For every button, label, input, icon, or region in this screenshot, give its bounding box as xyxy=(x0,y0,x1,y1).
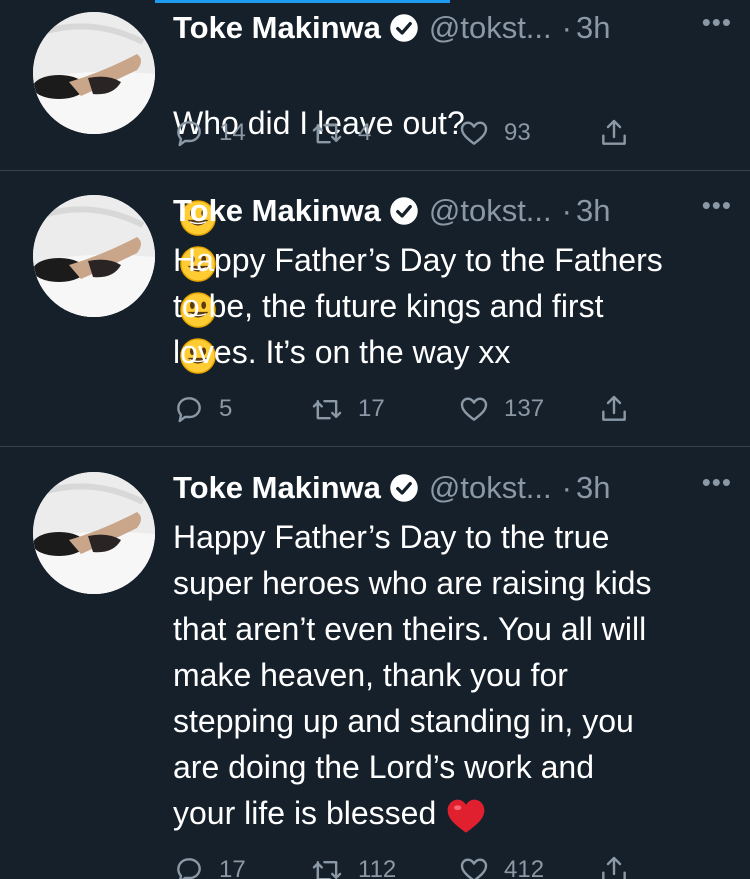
retweet-count: 4 xyxy=(358,119,372,146)
heart-icon xyxy=(460,858,488,879)
tweet-text-block: Happy Father’s Day to the true super her… xyxy=(173,514,733,836)
share-button[interactable] xyxy=(598,391,644,427)
reply-icon xyxy=(177,121,201,147)
avatar[interactable] xyxy=(33,12,155,134)
verified-badge-icon xyxy=(390,14,418,42)
retweet-button[interactable]: 112 xyxy=(310,852,396,879)
like-button[interactable]: 412 xyxy=(458,852,544,879)
reply-count: 17 xyxy=(219,856,246,879)
more-options-icon[interactable]: ••• xyxy=(702,469,732,495)
heart-icon xyxy=(460,121,488,145)
timestamp[interactable]: 3h xyxy=(576,10,610,46)
more-options-icon[interactable]: ••• xyxy=(702,9,732,35)
tweet-text: Happy Father’s Day to the Fathers to be,… xyxy=(173,242,663,370)
reply-count: 5 xyxy=(219,395,233,422)
separator-dot: · xyxy=(561,470,572,505)
reply-button[interactable]: 14 xyxy=(173,115,246,151)
share-icon xyxy=(602,119,626,145)
reply-button[interactable]: 5 xyxy=(173,391,232,427)
avatar[interactable] xyxy=(33,472,155,594)
tweet-actions: 5 17 137 xyxy=(173,391,643,427)
share-icon xyxy=(602,395,626,421)
tweet-2[interactable]: Toke Makinwa @tokst... · 3h ••• Happy Fa… xyxy=(0,171,750,447)
tweet-1[interactable]: Toke Makinwa @tokst... · 3h ••• Who did … xyxy=(0,0,750,374)
reply-icon xyxy=(177,397,201,423)
retweet-button[interactable]: 4 xyxy=(310,115,371,151)
like-count: 412 xyxy=(504,856,545,879)
reply-icon xyxy=(177,858,201,879)
tweet-actions: 17 112 412 xyxy=(173,852,643,879)
separator-dot: · xyxy=(561,10,572,45)
timestamp[interactable]: 3h xyxy=(576,193,610,229)
like-count: 93 xyxy=(504,119,531,146)
like-count: 137 xyxy=(504,395,545,422)
tweet-actions: 14 4 93 xyxy=(173,115,643,151)
timestamp[interactable]: 3h xyxy=(576,470,610,506)
like-button[interactable]: 93 xyxy=(458,115,531,151)
avatar[interactable] xyxy=(33,195,155,317)
retweet-icon xyxy=(312,860,342,879)
share-button[interactable] xyxy=(598,852,644,879)
share-button[interactable] xyxy=(598,115,644,151)
separator-dot: · xyxy=(561,193,572,228)
heart-icon xyxy=(460,397,488,421)
avatar-photo xyxy=(33,195,155,317)
like-button[interactable]: 137 xyxy=(458,391,544,427)
author-handle[interactable]: @tokst... xyxy=(429,10,552,46)
tweet-text: Happy Father’s Day to the true super her… xyxy=(173,519,652,831)
author-name[interactable]: Toke Makinwa xyxy=(173,193,381,229)
red-heart-icon xyxy=(447,799,485,833)
tweet-3[interactable]: Toke Makinwa @tokst... · 3h ••• Happy Fa… xyxy=(0,447,750,879)
avatar-photo xyxy=(33,12,155,134)
retweet-count: 112 xyxy=(358,856,397,879)
reply-button[interactable]: 17 xyxy=(173,852,246,879)
author-name[interactable]: Toke Makinwa xyxy=(173,10,381,46)
author-handle[interactable]: @tokst... xyxy=(429,193,552,229)
verified-badge-icon xyxy=(390,474,418,502)
share-icon xyxy=(602,856,626,879)
retweet-count: 17 xyxy=(358,395,385,422)
reply-count: 14 xyxy=(219,119,246,146)
retweet-button[interactable]: 17 xyxy=(310,391,385,427)
author-name[interactable]: Toke Makinwa xyxy=(173,470,381,506)
verified-badge-icon xyxy=(390,197,418,225)
avatar-photo xyxy=(33,472,155,594)
retweet-icon xyxy=(312,399,342,420)
author-handle[interactable]: @tokst... xyxy=(429,470,552,506)
more-options-icon[interactable]: ••• xyxy=(702,192,732,218)
retweet-icon xyxy=(312,123,342,144)
